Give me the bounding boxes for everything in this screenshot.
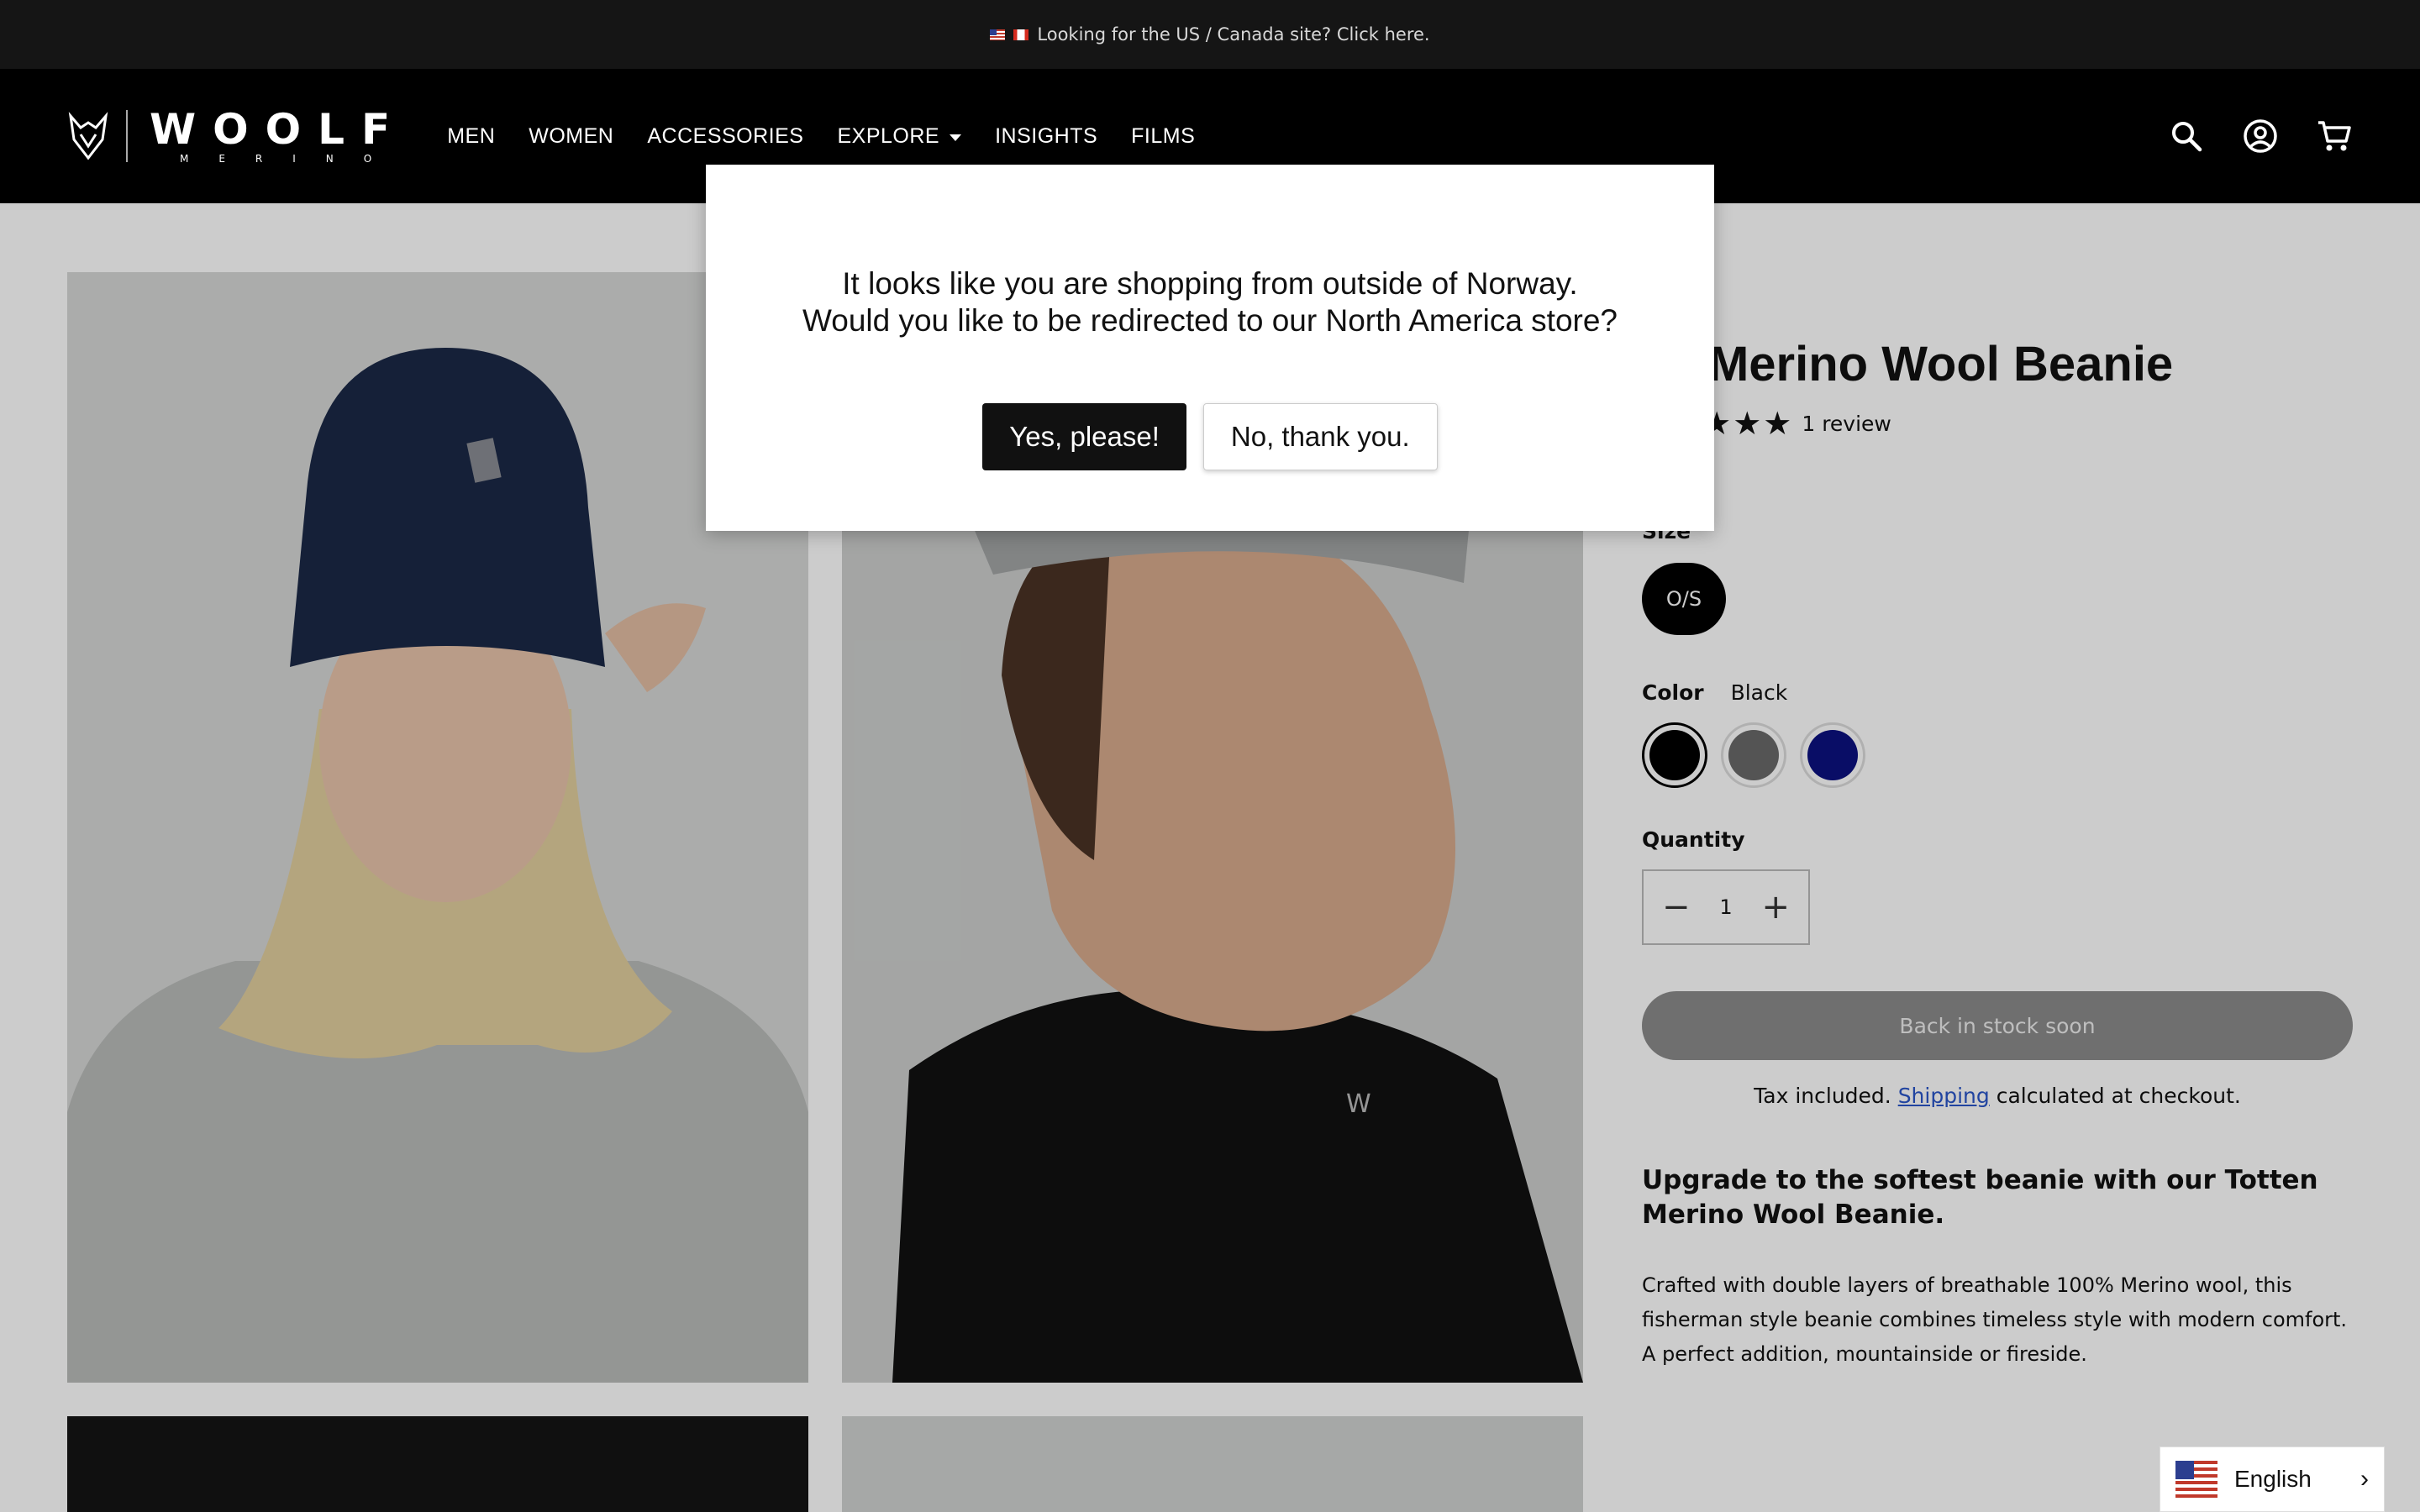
nav-women[interactable]: WOMEN bbox=[529, 124, 613, 149]
us-flag-icon bbox=[990, 29, 1006, 40]
logo-main-text: WOOLF bbox=[150, 105, 408, 154]
account-icon[interactable] bbox=[2242, 118, 2279, 155]
chevron-down-icon bbox=[950, 134, 962, 141]
logo-divider bbox=[126, 110, 128, 162]
logo-sub-text: MERINO bbox=[179, 153, 402, 165]
nav-men[interactable]: MEN bbox=[447, 124, 495, 149]
nav-explore[interactable]: EXPLORE bbox=[837, 123, 962, 149]
header-icons bbox=[2168, 118, 2353, 155]
modal-buttons: Yes, please! No, thank you. bbox=[706, 403, 1714, 470]
wolf-logo-icon bbox=[68, 112, 108, 160]
nav-films[interactable]: FILMS bbox=[1131, 124, 1195, 149]
nav-accessories[interactable]: ACCESSORIES bbox=[647, 124, 803, 149]
modal-line-2: Would you like to be redirected to our N… bbox=[802, 303, 1618, 338]
modal-line-1: It looks like you are shopping from outs… bbox=[842, 266, 1578, 301]
language-selector[interactable]: English › bbox=[2160, 1446, 2385, 1512]
canada-flag-icon bbox=[1013, 29, 1029, 40]
nav-insights[interactable]: INSIGHTS bbox=[995, 124, 1097, 149]
no-thanks-button[interactable]: No, thank you. bbox=[1202, 403, 1438, 470]
logo[interactable]: WOOLF MERINO bbox=[67, 108, 407, 165]
cart-icon[interactable] bbox=[2316, 118, 2353, 155]
search-icon[interactable] bbox=[2168, 118, 2205, 155]
language-label: English bbox=[2234, 1466, 2312, 1492]
redirect-modal: It looks like you are shopping from outs… bbox=[706, 165, 1714, 531]
nav-explore-label: EXPLORE bbox=[837, 123, 940, 148]
announcement-text[interactable]: Looking for the US / Canada site? Click … bbox=[1037, 24, 1429, 45]
us-flag-icon bbox=[2175, 1461, 2217, 1498]
main-nav: MEN WOMEN ACCESSORIES EXPLORE INSIGHTS F… bbox=[447, 124, 1195, 149]
logo-wordmark: WOOLF MERINO bbox=[150, 108, 407, 165]
chevron-right-icon: › bbox=[2360, 1465, 2369, 1493]
modal-message: It looks like you are shopping from outs… bbox=[706, 265, 1714, 339]
announcement-bar[interactable]: Looking for the US / Canada site? Click … bbox=[0, 0, 2420, 69]
yes-redirect-button[interactable]: Yes, please! bbox=[982, 403, 1186, 470]
